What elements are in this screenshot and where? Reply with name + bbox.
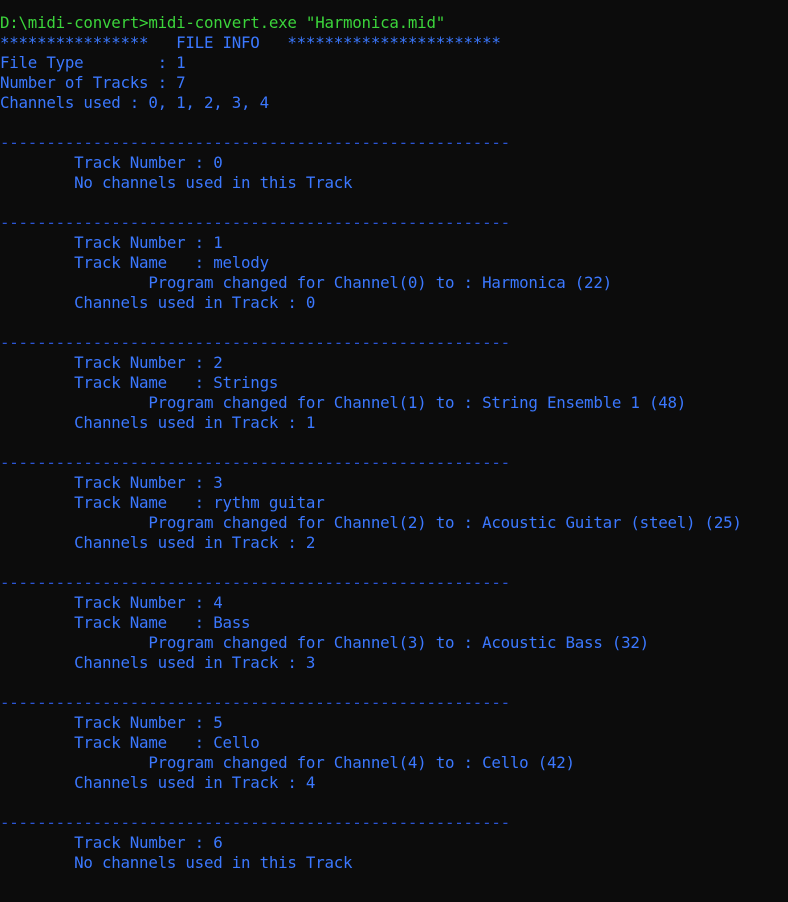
separator-line: ----------------------------------------… [0,333,510,352]
track-number-line: Track Number : 5 [0,713,223,732]
channels-used-line: Channels used : 0, 1, 2, 3, 4 [0,93,269,112]
file-type-line: File Type : 1 [0,53,186,72]
separator-line: ----------------------------------------… [0,213,510,232]
command-line: D:\midi-convert>midi-convert.exe "Harmon… [0,13,445,32]
track-number-line: Track Number : 4 [0,593,223,612]
program-change-line: Program changed for Channel(3) to : Acou… [0,633,649,652]
track-channels-line: Channels used in Track : 2 [0,533,316,552]
terminal-window[interactable]: D:\midi-convert>midi-convert.exe "Harmon… [0,0,788,902]
track-number-line: Track Number : 2 [0,353,223,372]
track-number-line: Track Number : 3 [0,473,223,492]
program-change-line: Program changed for Channel(1) to : Stri… [0,393,687,412]
file-info-header: **************** FILE INFO *************… [0,33,501,52]
separator-line: ----------------------------------------… [0,133,510,152]
track-name-line: Track Name : rythm guitar [0,493,325,512]
track-number-line: Track Number : 0 [0,153,223,172]
track-name-line: Track Name : Cello [0,733,260,752]
track-channels-line: Channels used in Track : 0 [0,293,316,312]
separator-line: ----------------------------------------… [0,813,510,832]
program-change-line: Program changed for Channel(2) to : Acou… [0,513,742,532]
separator-line: ----------------------------------------… [0,573,510,592]
track-channels-line: No channels used in this Track [0,853,353,872]
track-name-line: Track Name : melody [0,253,269,272]
track-number-line: Track Number : 1 [0,233,223,252]
track-channels-line: Channels used in Track : 1 [0,413,316,432]
track-name-line: Track Name : Strings [0,373,279,392]
number-of-tracks-line: Number of Tracks : 7 [0,73,186,92]
track-channels-line: No channels used in this Track [0,173,353,192]
program-change-line: Program changed for Channel(4) to : Cell… [0,753,575,772]
separator-line: ----------------------------------------… [0,453,510,472]
track-number-line: Track Number : 6 [0,833,223,852]
track-channels-line: Channels used in Track : 4 [0,773,316,792]
track-channels-line: Channels used in Track : 3 [0,653,316,672]
separator-line: ----------------------------------------… [0,693,510,712]
track-name-line: Track Name : Bass [0,613,251,632]
program-change-line: Program changed for Channel(0) to : Harm… [0,273,612,292]
